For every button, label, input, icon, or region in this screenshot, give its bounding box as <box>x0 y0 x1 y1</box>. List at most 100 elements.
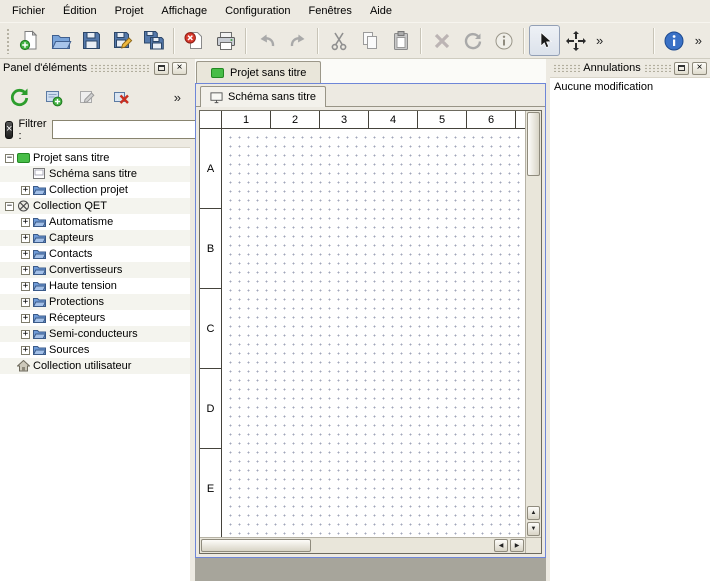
column-ruler: 1 2 3 4 5 6 <box>222 111 525 129</box>
expand-icon[interactable]: + <box>21 218 30 227</box>
save-all-button[interactable] <box>138 25 169 56</box>
tab-schema-sans-titre[interactable]: Schéma sans titre <box>200 86 326 107</box>
dock-close-button[interactable]: × <box>172 62 187 75</box>
delete-element-button[interactable] <box>106 82 136 112</box>
cut-button[interactable] <box>323 25 354 56</box>
menu-aide[interactable]: Aide <box>361 2 401 20</box>
filter-input[interactable] <box>52 120 202 139</box>
menu-affichage[interactable]: Affichage <box>152 2 216 20</box>
dock-float-button[interactable] <box>674 62 689 75</box>
tree-item-project[interactable]: − Projet sans titre <box>0 150 190 166</box>
tree-item-label: Semi-conducteurs <box>49 328 138 340</box>
tree-item-label: Capteurs <box>49 232 94 244</box>
tree-item-collection-qet[interactable]: − Collection QET <box>0 198 190 214</box>
reload-collections-button[interactable] <box>4 82 34 112</box>
tree-item-label: Collection utilisateur <box>33 360 131 372</box>
horizontal-scrollbar[interactable]: ◀ ▶ <box>200 537 525 553</box>
main-area: Panel d'éléments × <box>0 59 710 581</box>
new-file-icon <box>19 30 40 51</box>
rotate-button[interactable] <box>457 25 488 56</box>
dock-grip[interactable] <box>553 64 580 72</box>
expand-icon[interactable]: + <box>21 314 30 323</box>
tree-item-category[interactable]: + Contacts <box>0 246 190 262</box>
tree-item-category[interactable]: + Automatisme <box>0 214 190 230</box>
toolbar-overflow-chevron-right[interactable]: » <box>690 33 707 48</box>
undo-button[interactable] <box>251 25 282 56</box>
tree-item-category[interactable]: + Sources <box>0 342 190 358</box>
expand-icon[interactable]: + <box>21 346 30 355</box>
schema-tab-label: Schéma sans titre <box>228 91 316 103</box>
menu-fenetres[interactable]: Fenêtres <box>300 2 361 20</box>
expand-icon[interactable]: + <box>21 234 30 243</box>
expand-icon[interactable]: + <box>21 266 30 275</box>
diagram-info-button[interactable] <box>488 25 519 56</box>
copy-button[interactable] <box>354 25 385 56</box>
toolbar-overflow-chevron[interactable]: » <box>591 33 608 48</box>
hscroll-thumb[interactable] <box>201 539 311 552</box>
tree-item-category[interactable]: + Semi-conducteurs <box>0 326 190 342</box>
expand-icon[interactable]: + <box>21 250 30 259</box>
save-button[interactable] <box>76 25 107 56</box>
panel-toolbar-overflow-chevron[interactable]: » <box>169 90 186 105</box>
move-tool-button[interactable] <box>560 25 591 56</box>
expand-icon[interactable]: + <box>21 186 30 195</box>
tree-item-label: Collection QET <box>33 200 107 212</box>
tab-projet-sans-titre[interactable]: Projet sans titre <box>196 61 321 83</box>
close-file-button[interactable] <box>179 25 210 56</box>
scroll-down-button[interactable]: ▼ <box>527 522 540 536</box>
filter-clear-button[interactable]: × <box>5 121 13 139</box>
scroll-left-button[interactable]: ◀ <box>494 539 508 552</box>
redo-button[interactable] <box>282 25 313 56</box>
row-ruler: A B C D E <box>200 129 222 537</box>
expand-icon[interactable]: + <box>21 298 30 307</box>
select-tool-button[interactable] <box>529 25 560 56</box>
tree-item-collection-projet[interactable]: + Collection projet <box>0 182 190 198</box>
menu-fichier[interactable]: Fichier <box>3 2 54 20</box>
tree-item-category[interactable]: + Récepteurs <box>0 310 190 326</box>
vscroll-thumb[interactable] <box>527 112 540 176</box>
new-file-button[interactable] <box>14 25 45 56</box>
toolbar-drag-handle[interactable] <box>6 28 11 54</box>
paste-button[interactable] <box>385 25 416 56</box>
tree-item-category[interactable]: + Haute tension <box>0 278 190 294</box>
scroll-right-button[interactable]: ▶ <box>510 539 524 552</box>
tree-item-category[interactable]: + Protections <box>0 294 190 310</box>
grid-dots[interactable] <box>223 130 525 537</box>
scroll-up-button[interactable]: ▲ <box>527 506 540 520</box>
elements-tree[interactable]: − Projet sans titre Schéma sans titre + <box>0 147 190 581</box>
edit-element-button[interactable] <box>72 82 102 112</box>
save-as-button[interactable] <box>107 25 138 56</box>
collapse-icon[interactable]: − <box>5 154 14 163</box>
undo-panel-titlebar[interactable]: Annulations × <box>550 59 710 77</box>
tree-item-label: Récepteurs <box>49 312 105 324</box>
tree-item-category[interactable]: + Capteurs <box>0 230 190 246</box>
dock-grip[interactable] <box>90 64 151 72</box>
delete-button[interactable] <box>426 25 457 56</box>
tree-item-schema[interactable]: Schéma sans titre <box>0 166 190 182</box>
elements-panel-titlebar[interactable]: Panel d'éléments × <box>0 59 190 77</box>
print-button[interactable] <box>210 25 241 56</box>
vertical-scrollbar[interactable]: ▲ ▼ <box>525 111 541 537</box>
tree-item-category[interactable]: + Convertisseurs <box>0 262 190 278</box>
dock-float-button[interactable] <box>154 62 169 75</box>
menu-edition[interactable]: Édition <box>54 2 106 20</box>
expand-icon[interactable]: + <box>21 282 30 291</box>
new-element-button[interactable] <box>38 82 68 112</box>
dock-close-button[interactable]: × <box>692 62 707 75</box>
dock-grip[interactable] <box>644 64 671 72</box>
open-file-button[interactable] <box>45 25 76 56</box>
menu-configuration[interactable]: Configuration <box>216 2 299 20</box>
menu-projet[interactable]: Projet <box>106 2 153 20</box>
collapse-icon[interactable]: − <box>5 202 14 211</box>
undo-list[interactable]: Aucune modification <box>550 77 710 581</box>
qet-collection-icon <box>17 200 30 212</box>
vscroll-track[interactable] <box>526 177 541 505</box>
hscroll-track[interactable] <box>312 538 493 553</box>
column-label: 3 <box>320 111 369 128</box>
about-button[interactable] <box>659 25 690 56</box>
tree-item-collection-utilisateur[interactable]: Collection utilisateur <box>0 358 190 374</box>
folder-icon <box>33 264 46 276</box>
save-all-icon <box>143 30 165 52</box>
schema-canvas[interactable]: 1 2 3 4 5 6 A B C <box>200 111 525 537</box>
expand-icon[interactable]: + <box>21 330 30 339</box>
